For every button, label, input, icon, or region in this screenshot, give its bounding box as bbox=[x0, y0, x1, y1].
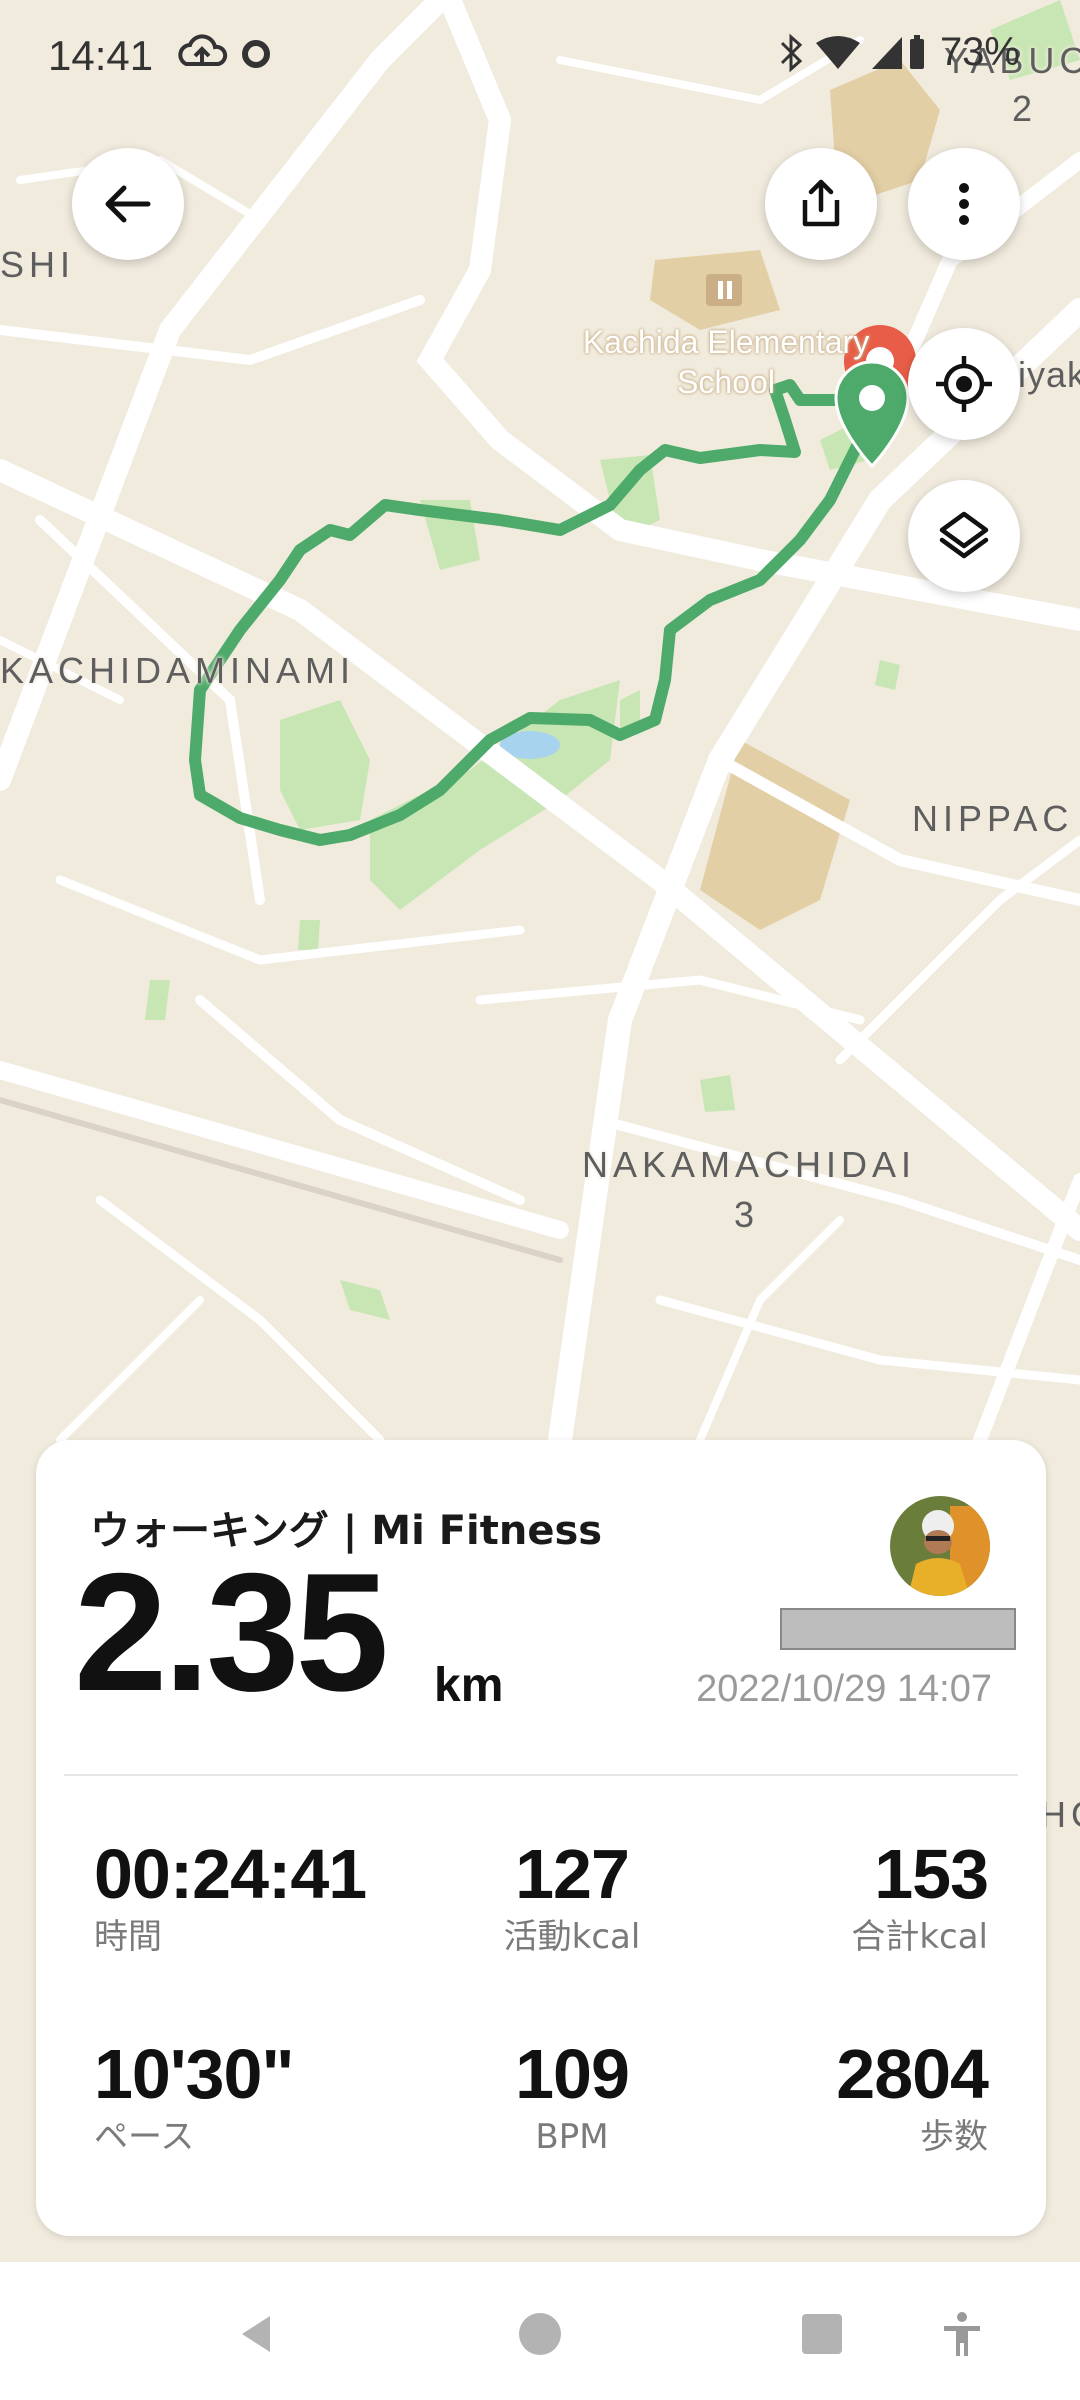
arrow-left-icon bbox=[105, 185, 151, 223]
map-label-shi: SHI bbox=[0, 244, 76, 285]
battery-icon bbox=[909, 34, 924, 69]
map-label-right-edge: HC bbox=[1040, 1794, 1080, 1835]
layers-button[interactable] bbox=[908, 480, 1020, 592]
share-button[interactable] bbox=[765, 148, 877, 260]
home-circle-icon bbox=[519, 2313, 561, 2355]
map-label-nakamachidai-num: 3 bbox=[734, 1194, 760, 1235]
nav-back-button[interactable] bbox=[226, 2304, 286, 2364]
stat-duration: 00:24:41 時間 bbox=[94, 1834, 367, 1960]
back-button[interactable] bbox=[72, 148, 184, 260]
accessibility-icon bbox=[944, 2312, 980, 2356]
layers-icon bbox=[939, 511, 989, 559]
divider bbox=[64, 1774, 1018, 1776]
stat-heart-rate: 109 BPM bbox=[472, 2034, 672, 2160]
stat-pace: 10'30" ペース bbox=[94, 2034, 295, 2160]
status-bar: 14:41 73% bbox=[0, 0, 1080, 120]
nav-accessibility-button[interactable] bbox=[932, 2304, 992, 2364]
system-nav-bar bbox=[0, 2262, 1080, 2400]
stat-value: 00:24:41 bbox=[94, 1835, 367, 1913]
school-label-line1: Kachida Elementary bbox=[582, 324, 870, 360]
map-label-nippac: NIPPAC bbox=[912, 798, 1074, 839]
back-triangle-icon bbox=[242, 2316, 270, 2352]
map-label-nakamachidai: NAKAMACHIDAI bbox=[582, 1144, 917, 1185]
stat-value: 2804 bbox=[836, 2035, 989, 2113]
stat-active-kcal: 127 活動kcal bbox=[472, 1834, 672, 1960]
bluetooth-icon bbox=[780, 33, 803, 72]
stat-label: 時間 bbox=[94, 1917, 162, 1957]
stat-value: 127 bbox=[515, 1835, 630, 1913]
status-right-icons: 73% bbox=[776, 30, 1020, 75]
stat-steps: 2804 歩数 bbox=[836, 2034, 989, 2160]
activity-datetime: 2022/10/29 14:07 bbox=[696, 1668, 992, 1710]
stat-value: 153 bbox=[874, 1835, 989, 1913]
school-label-line2: School bbox=[677, 364, 775, 400]
nav-home-button[interactable] bbox=[510, 2304, 570, 2364]
school-label: Kachida Elementary School bbox=[576, 322, 876, 402]
status-time: 14:41 bbox=[48, 32, 154, 79]
stat-label: 歩数 bbox=[920, 2117, 988, 2157]
crosshair-icon bbox=[936, 356, 992, 412]
cloud-upload-icon bbox=[178, 34, 228, 66]
battery-percent: 73% bbox=[939, 30, 1020, 74]
map-label-iyak: iyak bbox=[1018, 354, 1080, 395]
school-icon bbox=[706, 274, 742, 306]
more-options-button[interactable] bbox=[908, 148, 1020, 260]
distance-unit: km bbox=[434, 1659, 504, 1712]
more-vert-icon bbox=[959, 183, 969, 225]
share-icon bbox=[802, 179, 840, 227]
map-label-kachidaminami: KACHIDAMINAMI bbox=[0, 650, 356, 691]
locate-button[interactable] bbox=[908, 328, 1020, 440]
wifi-icon bbox=[815, 35, 860, 69]
stat-value: 10'30" bbox=[94, 2035, 295, 2113]
user-name-redacted bbox=[780, 1608, 1016, 1650]
avatar[interactable] bbox=[890, 1496, 990, 1596]
stat-total-kcal: 153 合計kcal bbox=[851, 1834, 989, 1960]
activity-summary-card: ウォーキング | Mi Fitness 2.35 km 2022/10/29 1… bbox=[36, 1440, 1046, 2236]
stat-label: ペース bbox=[94, 2117, 195, 2157]
stat-value: 109 bbox=[515, 2035, 630, 2113]
recents-square-icon bbox=[802, 2314, 842, 2354]
stat-label: 活動kcal bbox=[503, 1917, 641, 1957]
record-icon bbox=[242, 40, 270, 68]
nav-recents-button[interactable] bbox=[792, 2304, 852, 2364]
distance-value: 2.35 bbox=[74, 1538, 389, 1726]
stat-label: BPM bbox=[535, 2117, 609, 2157]
signal-icon bbox=[871, 36, 902, 69]
stat-label: 合計kcal bbox=[851, 1917, 988, 1957]
status-left-icons bbox=[178, 30, 278, 84]
